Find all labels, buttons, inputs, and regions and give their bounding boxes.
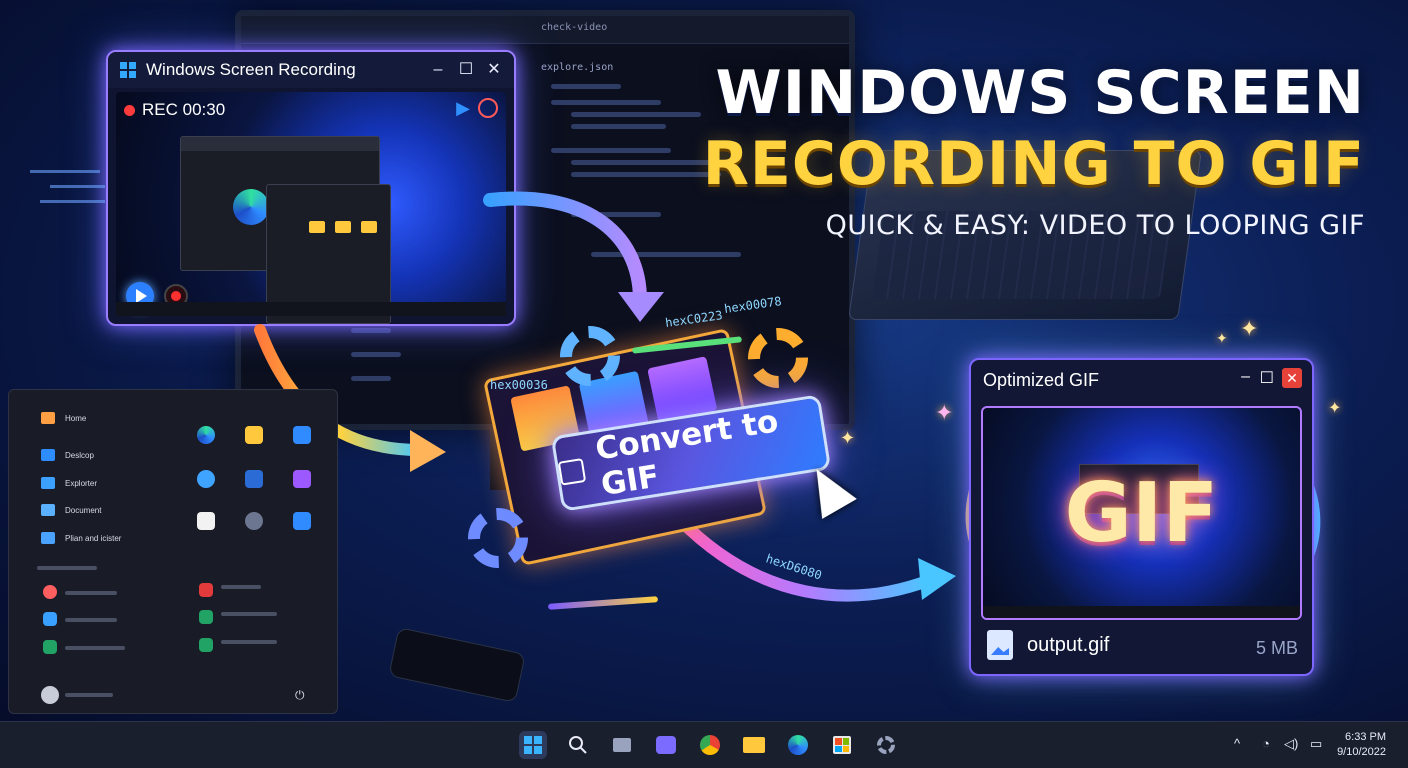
arrow-to-converter [483, 191, 647, 307]
arrowhead-icon [918, 558, 956, 600]
sparkle-icon: ✦ [840, 428, 856, 448]
start-item-label: Deslcop [65, 450, 94, 460]
sparkle-icon: ✦ [935, 400, 954, 425]
desktop-icon [41, 449, 55, 461]
home-icon [41, 412, 55, 424]
start-item-apps[interactable]: Plian and icister [41, 532, 121, 544]
wifi-icon[interactable]: ◔ [1262, 736, 1270, 751]
start-item-explorer[interactable]: Explorter [41, 477, 97, 489]
office-app-icon[interactable] [199, 583, 213, 597]
excel-app-icon[interactable] [43, 640, 57, 654]
store-icon[interactable] [828, 731, 856, 759]
explorer-icon [41, 477, 55, 489]
gear-icon [560, 326, 620, 386]
file-app-icon[interactable] [43, 612, 57, 626]
search-icon[interactable] [564, 731, 592, 759]
maximize-icon[interactable]: ☐ [1260, 368, 1274, 388]
folder-app-icon[interactable] [245, 426, 263, 444]
gear-icon [748, 328, 808, 388]
recent-item-bar [65, 646, 125, 650]
windows-start-icon[interactable] [519, 731, 547, 759]
photos-app-icon[interactable] [245, 470, 263, 488]
excel-app-icon[interactable] [199, 638, 213, 652]
arrowhead-icon [410, 430, 446, 472]
output-file-size: 5 MB [1255, 638, 1298, 658]
clock-time: 6:33 PM [1345, 731, 1386, 743]
start-item-label: Explorter [65, 478, 98, 488]
hex-label: hex00036 [490, 378, 548, 392]
recent-item-bar [65, 591, 117, 595]
sparkle-icon: ✦ [1328, 400, 1342, 417]
document-icon [41, 504, 55, 516]
start-item-label: Home [65, 413, 87, 423]
recent-item-bar [65, 618, 117, 622]
image-file-icon [987, 630, 1013, 660]
clock-date: 9/10/2022 [1337, 746, 1386, 758]
user-name-bar [65, 693, 113, 697]
arrow-to-gif [674, 514, 936, 602]
battery-icon[interactable]: ▭ [1310, 736, 1322, 752]
gif-preview-label: GIF [1064, 466, 1219, 561]
recent-item-bar [221, 640, 277, 644]
sparkle-icon: ✦ [1216, 330, 1228, 346]
edge-icon[interactable] [784, 731, 812, 759]
minimize-icon[interactable]: – [1241, 368, 1250, 386]
start-item-label: Document [65, 505, 102, 515]
todo-app-icon[interactable] [293, 512, 311, 530]
excel-app-icon[interactable] [199, 610, 213, 624]
task-view-icon[interactable] [608, 731, 636, 759]
start-menu: Home Deslcop Explorter Document Plian an… [8, 389, 338, 714]
output-file-name: output.gif [1027, 633, 1110, 656]
gear-icon [468, 508, 528, 568]
user-avatar[interactable] [41, 686, 59, 704]
store-app-icon[interactable] [197, 512, 215, 530]
chrome-app-icon[interactable] [43, 585, 57, 599]
start-item-label: Plian and icister [65, 533, 122, 543]
settings-icon[interactable] [872, 731, 900, 759]
sparkle-icon: ✦ [1240, 316, 1259, 341]
mail-app-icon[interactable] [293, 426, 311, 444]
start-item-document[interactable]: Document [41, 504, 101, 516]
arrowhead-icon [618, 292, 664, 322]
chrome-icon[interactable] [696, 731, 724, 759]
recent-item-bar [221, 612, 277, 616]
section-divider [37, 566, 97, 570]
apps-icon [41, 532, 55, 544]
clock[interactable]: 6:33 PM 9/10/2022 [1337, 730, 1386, 760]
mini-taskbar [983, 606, 1300, 618]
power-icon[interactable]: ⏻ [295, 688, 305, 703]
edge-app-icon[interactable] [197, 426, 215, 444]
chevron-up-icon[interactable]: ^ [1234, 736, 1240, 751]
recent-item-bar [221, 585, 261, 589]
start-item-home[interactable]: Home [41, 412, 86, 424]
taskbar: ^ ◔ ◁) ▭ 6:33 PM 9/10/2022 [0, 721, 1408, 768]
start-item-desktop[interactable]: Deslcop [41, 449, 94, 461]
volume-icon[interactable]: ◁) [1284, 736, 1298, 752]
gif-window-title: Optimized GIF [983, 370, 1100, 390]
close-icon[interactable]: ✕ [1282, 368, 1302, 388]
teams-icon[interactable] [652, 731, 680, 759]
output-file[interactable]: output.gif [987, 630, 1109, 660]
paint-app-icon[interactable] [293, 470, 311, 488]
globe-app-icon[interactable] [197, 470, 215, 488]
settings-app-icon[interactable] [245, 512, 263, 530]
file-explorer-icon[interactable] [740, 731, 768, 759]
image-icon [557, 457, 587, 486]
gif-preview: GIF [981, 406, 1302, 620]
optimized-gif-window[interactable]: Optimized GIF – ☐ ✕ GIF output.gif 5 MB [969, 358, 1314, 676]
